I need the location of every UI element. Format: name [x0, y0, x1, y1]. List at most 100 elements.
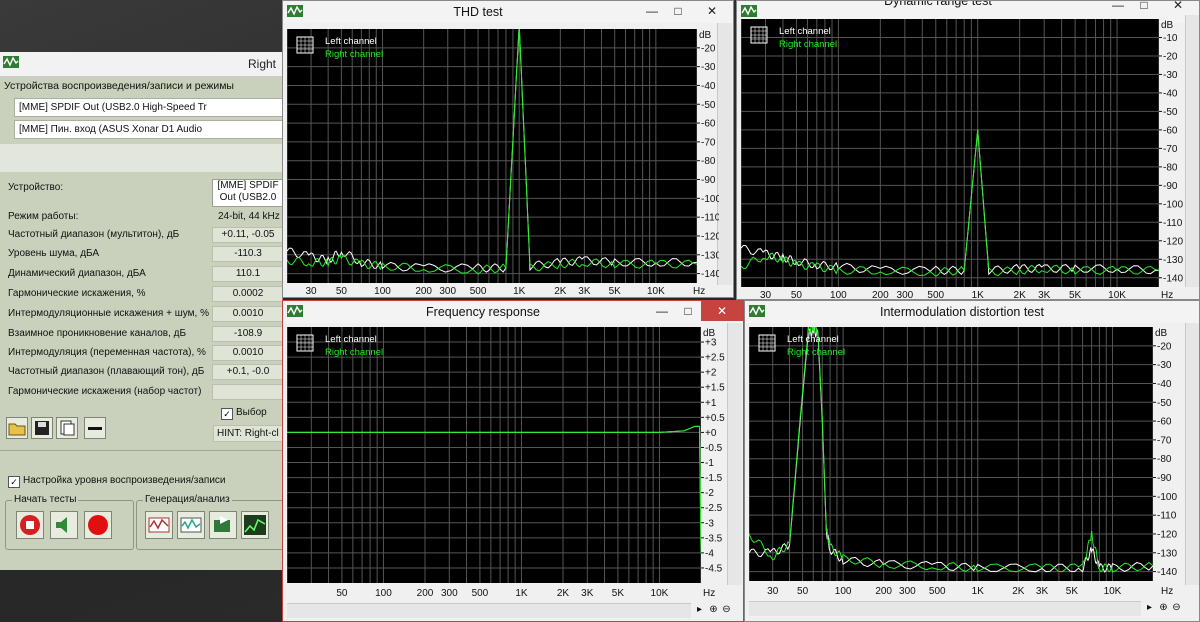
y-tick-label: -70	[1157, 435, 1172, 446]
minimize-button[interactable]: —	[639, 1, 665, 21]
y-tick-label: -130	[701, 250, 719, 261]
dash-icon	[88, 427, 102, 430]
select-checkbox[interactable]: ✓	[221, 408, 233, 420]
y-tick-label: +1.5	[705, 383, 725, 394]
param-label: Уровень шума, дБА	[8, 248, 100, 259]
horizontal-scrollbar[interactable]	[749, 601, 1141, 616]
thd-plot-area[interactable]: Left channel Right channel	[286, 25, 698, 283]
export-button[interactable]	[209, 511, 237, 539]
record-device-field[interactable]: [MME] Пин. вход (ASUS Xonar D1 Audio	[14, 120, 282, 139]
playback-device-field[interactable]: [MME] SPDIF Out (USB2.0 High-Speed Tr	[14, 98, 282, 117]
record-stop-button[interactable]	[16, 511, 44, 539]
close-button[interactable]: ✕	[1157, 1, 1199, 15]
zoom-out-icon: ⊖	[722, 604, 731, 615]
y-tick-label: -30	[1157, 360, 1172, 371]
y-tick-label: -3	[705, 518, 714, 529]
legend-left-channel: Left channel	[779, 26, 831, 37]
y-tick-label: -30	[1163, 70, 1178, 81]
minimize-button[interactable]: —	[1105, 1, 1131, 15]
y-tick-label: +0.5	[705, 413, 725, 424]
y-tick-label: +3	[705, 338, 717, 349]
y-tick-label: -60	[1157, 417, 1172, 428]
y-tick-label: -100	[1163, 199, 1183, 210]
imd-plot-area[interactable]: Left channel Right channel	[748, 323, 1154, 581]
series-line	[287, 425, 702, 553]
y-axis: dB -10 -20 -30 -40 -50 -60 -70 -80 -90 -100 -110 -12…	[1159, 20, 1183, 284]
series-line	[748, 323, 1154, 573]
main-window: Right Устройства воспроизведения/записи …	[0, 52, 283, 570]
copy-report-button[interactable]	[56, 417, 78, 439]
scroll-right-button[interactable]: ▸	[1143, 601, 1156, 614]
y-tick-label: -30	[701, 62, 716, 73]
maximize-button[interactable]: □	[1131, 1, 1157, 15]
maximize-button[interactable]: □	[675, 301, 701, 321]
x-tick-label: 100	[830, 290, 847, 300]
param-value: -110.3	[212, 246, 282, 262]
select-label: Выбор	[236, 407, 267, 418]
y-tick-label: -60	[701, 119, 716, 130]
close-button[interactable]: ✕	[691, 1, 733, 21]
start-button[interactable]	[84, 511, 112, 539]
dash-button[interactable]	[84, 417, 106, 439]
freq-plot-area[interactable]: Left channel Right channel	[286, 327, 702, 583]
x-tick-label: 200	[875, 586, 892, 597]
zoom-in-icon: ⊕	[1159, 602, 1168, 613]
analyzer-icon	[244, 515, 266, 535]
y-axis: dB -20 -30 -40 -50 -60 -70 -80 -90 -100 -110 -120 -1…	[1153, 328, 1177, 578]
vertical-scrollbar[interactable]	[1185, 323, 1199, 585]
legend-right-channel: Right channel	[779, 39, 837, 50]
y-tick-label: -90	[1157, 473, 1172, 484]
analyzer-button[interactable]	[241, 511, 269, 539]
device-label: Устройство:	[8, 182, 64, 193]
dyn-plot-area[interactable]: Left channel Right channel	[740, 19, 1160, 287]
level-setup-checkbox[interactable]: ✓	[8, 476, 20, 488]
level-setup-label: Настройка уровня воспроизведения/записи	[23, 475, 226, 486]
copy-report-icon	[60, 420, 75, 436]
zoom-in-button[interactable]: ⊕	[1157, 601, 1170, 614]
save-button[interactable]	[31, 417, 53, 439]
close-button[interactable]: ✕	[701, 301, 743, 321]
separator-panel	[0, 144, 282, 172]
thd-window-titlebar[interactable]: THD test — □ ✕	[283, 1, 733, 23]
y-tick-label: -130	[1157, 548, 1177, 559]
legend-left-channel: Left channel	[787, 334, 839, 345]
scroll-right-button[interactable]: ▸	[693, 603, 706, 616]
y-tick-label: -0.5	[705, 443, 723, 454]
zoom-in-button[interactable]: ⊕	[707, 603, 720, 616]
vertical-scrollbar[interactable]	[717, 23, 732, 285]
y-tick-label: -40	[1163, 88, 1178, 99]
x-tick-label: 10K	[1104, 586, 1122, 597]
generator-button[interactable]	[145, 511, 173, 539]
param-label: Интермодуляция (переменная частота), %	[8, 347, 206, 358]
y-tick-label: -120	[1163, 236, 1183, 247]
x-tick-label: 5K	[609, 286, 622, 297]
device-value-box[interactable]: [MME] SPDIF Out (USB2.0	[212, 179, 282, 207]
x-tick-label: 3K	[578, 286, 591, 297]
y-tick-label: -130	[1163, 255, 1183, 266]
open-folder-icon	[8, 423, 26, 436]
horizontal-scrollbar[interactable]	[287, 603, 691, 618]
window-title: THD test	[453, 5, 503, 19]
y-tick-label: -120	[1157, 529, 1177, 540]
zoom-out-button[interactable]: ⊖	[1170, 601, 1183, 614]
zoom-out-button[interactable]: ⊖	[720, 603, 733, 616]
speaker-button[interactable]	[50, 511, 78, 539]
x-tick-label: 1K	[972, 586, 985, 597]
param-label: Гармонические искажения (набор частот)	[8, 386, 202, 397]
open-button[interactable]	[6, 417, 28, 439]
vertical-scrollbar[interactable]	[727, 323, 742, 585]
minimize-button[interactable]: —	[649, 301, 675, 321]
vertical-scrollbar[interactable]	[1185, 15, 1199, 287]
y-tick-label: -120	[701, 231, 719, 242]
x-tick-label: 50	[336, 286, 348, 297]
legend-right-channel: Right channel	[325, 347, 383, 358]
oscilloscope-button[interactable]	[177, 511, 205, 539]
imd-window-titlebar[interactable]: Intermodulation distortion test	[745, 301, 1199, 323]
main-window-titlebar[interactable]: Right	[0, 52, 282, 77]
x-tick-label: 2K	[554, 286, 567, 297]
freq-window-titlebar[interactable]: Frequency response — □ ✕	[283, 301, 743, 323]
y-tick-label: -3.5	[705, 533, 723, 544]
y-tick-label: -20	[701, 43, 716, 54]
maximize-button[interactable]: □	[665, 1, 691, 21]
dynamic-range-window: Dynamic range test — □ ✕ Left channel Right…	[736, 0, 1200, 300]
